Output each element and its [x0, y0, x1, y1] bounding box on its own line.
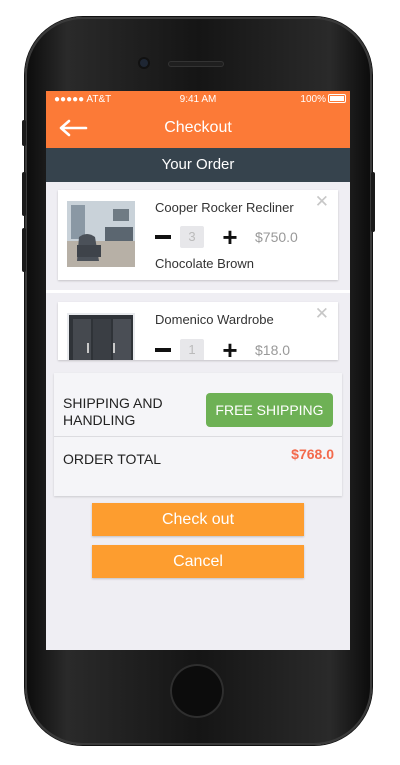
decrease-quantity-button[interactable] — [155, 235, 171, 239]
product-image — [67, 201, 135, 267]
product-image — [67, 313, 135, 360]
order-summary: SHIPPING AND HANDLING FREE SHIPPING ORDE… — [54, 373, 342, 496]
cancel-button[interactable]: Cancel — [92, 545, 304, 578]
front-camera — [140, 59, 148, 67]
cart-item: Domenico Wardrobe ✕ 1 + $18.0 — [58, 302, 338, 360]
quantity-field[interactable]: 3 — [180, 226, 204, 248]
order-total-value: $768.0 — [291, 446, 334, 462]
quantity-field[interactable]: 1 — [180, 339, 204, 360]
volume-down-button — [22, 228, 26, 272]
battery-percent: 100% — [300, 94, 326, 105]
earpiece-speaker — [168, 61, 224, 67]
checkout-button[interactable]: Check out — [92, 503, 304, 536]
volume-up-button — [22, 172, 26, 216]
section-title: Your Order — [46, 148, 350, 182]
divider — [54, 436, 342, 437]
shipping-badge: FREE SHIPPING — [206, 393, 333, 427]
product-name: Domenico Wardrobe — [155, 312, 274, 327]
decrease-quantity-button[interactable] — [155, 348, 171, 352]
close-icon[interactable]: ✕ — [315, 304, 329, 324]
app-screen: ●●●●● AT&T 9:41 AM 100% Checkout Your Or… — [46, 91, 350, 650]
home-button[interactable] — [170, 664, 224, 718]
battery-indicator: 100% — [300, 94, 346, 105]
power-button — [371, 172, 375, 232]
product-name: Cooper Rocker Recliner — [155, 200, 294, 215]
divider — [46, 290, 350, 293]
product-price: $18.0 — [255, 342, 291, 358]
shipping-label: SHIPPING AND HANDLING — [63, 395, 163, 428]
increase-quantity-button[interactable]: + — [220, 337, 240, 360]
status-bar: ●●●●● AT&T 9:41 AM 100% — [46, 91, 350, 108]
header-bar: Checkout — [46, 108, 350, 148]
product-color: Chocolate Brown — [155, 256, 254, 271]
mute-switch — [22, 120, 26, 146]
battery-icon — [328, 94, 346, 103]
order-total-label: ORDER TOTAL — [63, 451, 162, 467]
cart-item: Cooper Rocker Recliner ✕ 3 + $750.0 Choc… — [58, 190, 338, 280]
increase-quantity-button[interactable]: + — [220, 224, 240, 250]
product-price: $750.0 — [255, 229, 298, 245]
page-title: Checkout — [164, 119, 232, 136]
close-icon[interactable]: ✕ — [315, 192, 329, 212]
